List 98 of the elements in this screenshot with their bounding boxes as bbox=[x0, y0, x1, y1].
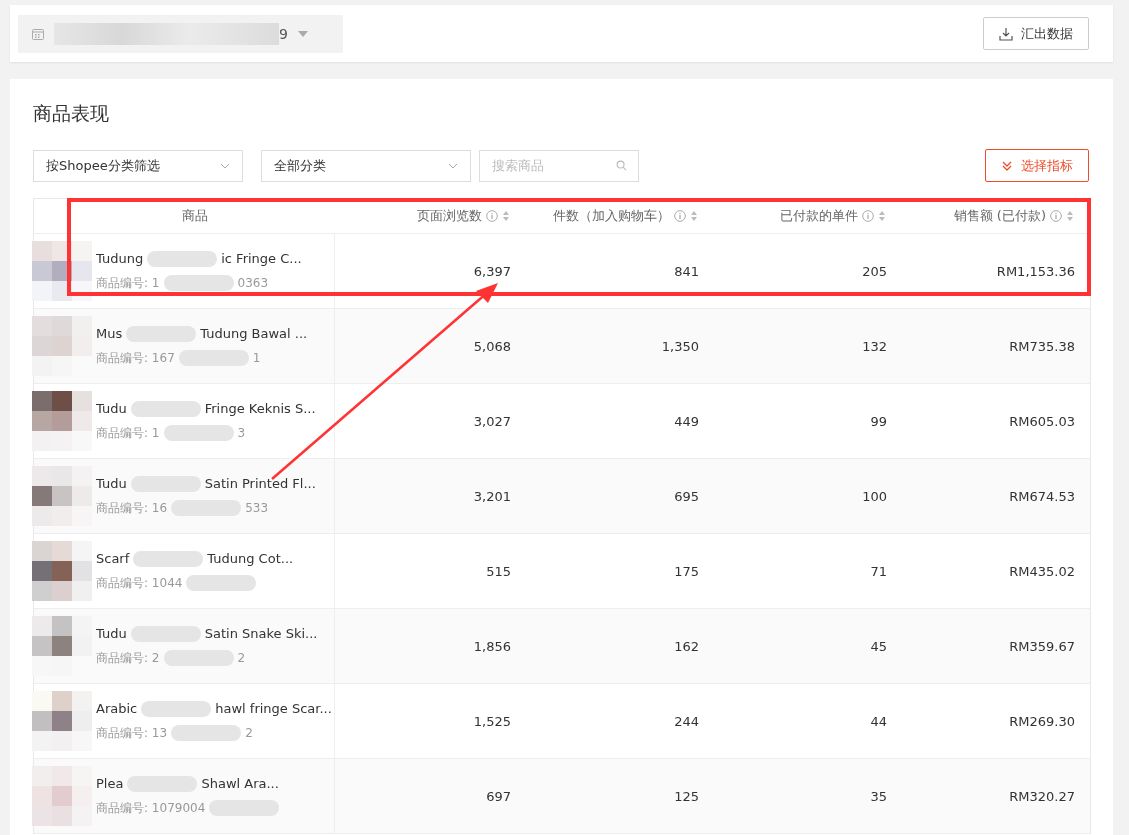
product-name[interactable]: Scarf bbox=[96, 551, 130, 566]
sort-icon[interactable] bbox=[878, 210, 886, 222]
redaction-blur bbox=[130, 400, 201, 417]
category-dropdown[interactable]: 按Shopee分类筛选 bbox=[33, 149, 243, 182]
product-name[interactable]: Shawl Ara... bbox=[201, 776, 279, 791]
date-range-field[interactable]: 9 bbox=[18, 14, 343, 53]
product-id: 3 bbox=[237, 426, 246, 440]
table-cell: 132 bbox=[862, 338, 887, 354]
table-cell: RM435.02 bbox=[1009, 563, 1075, 579]
product-id: 1 bbox=[252, 351, 261, 365]
product-id: 商品编号: 13 bbox=[96, 724, 168, 742]
table-cell: 125 bbox=[674, 788, 699, 804]
calendar-icon bbox=[32, 27, 44, 40]
info-icon bbox=[862, 210, 874, 222]
product-name[interactable]: Tudung Bawal ... bbox=[200, 326, 308, 341]
column-header[interactable]: 销售额 (已付款) bbox=[953, 207, 1046, 225]
table-cell: 1,856 bbox=[473, 638, 511, 654]
section-title: 商品表现 bbox=[33, 101, 110, 126]
table-cell: RM269.30 bbox=[1009, 713, 1075, 729]
table-cell: 515 bbox=[486, 563, 511, 579]
table-cell: 205 bbox=[862, 263, 887, 279]
select-metrics-button[interactable]: 选择指标 bbox=[985, 149, 1089, 182]
product-name[interactable]: Tudung Cot... bbox=[207, 551, 294, 566]
redaction-blur bbox=[171, 725, 242, 741]
product-id: 2 bbox=[237, 651, 246, 665]
redaction-blur bbox=[141, 700, 212, 717]
product-id: 533 bbox=[245, 501, 269, 515]
product-name[interactable]: Tudu bbox=[96, 401, 127, 416]
table-cell: 44 bbox=[870, 713, 887, 729]
info-icon bbox=[674, 210, 686, 222]
product-name[interactable]: Satin Printed Fl... bbox=[204, 476, 316, 491]
info-icon bbox=[486, 210, 498, 222]
product-id: 商品编号: 1079004 bbox=[96, 799, 206, 817]
sort-icon[interactable] bbox=[1066, 210, 1074, 222]
table-cell: 6,397 bbox=[473, 263, 511, 279]
product-id: 商品编号: 1044 bbox=[96, 574, 183, 592]
table-cell: 162 bbox=[674, 638, 699, 654]
product-id: 商品编号: 1 bbox=[96, 424, 160, 442]
table-cell: 695 bbox=[674, 488, 699, 504]
product-id: 商品编号: 16 bbox=[96, 499, 168, 517]
category-dropdown[interactable]: 全部分类 bbox=[261, 149, 471, 182]
table-cell: 1,350 bbox=[661, 338, 699, 354]
table-cell: RM359.67 bbox=[1009, 638, 1075, 654]
table-cell: 35 bbox=[870, 788, 887, 804]
column-header[interactable]: 商品 bbox=[182, 208, 208, 223]
redaction-blur bbox=[133, 550, 204, 567]
product-name[interactable]: Mus bbox=[96, 326, 123, 341]
column-header[interactable]: 页面浏览数 bbox=[417, 207, 482, 225]
table-cell: 71 bbox=[870, 563, 887, 579]
product-name[interactable]: Plea bbox=[96, 776, 124, 791]
product-name[interactable]: Tudung bbox=[96, 251, 144, 266]
column-header[interactable]: 已付款的单件 bbox=[780, 207, 858, 225]
sort-icon[interactable] bbox=[502, 210, 510, 222]
product-id: 商品编号: 2 bbox=[96, 649, 160, 667]
download-icon bbox=[999, 26, 1013, 41]
info-icon bbox=[1050, 210, 1062, 222]
table-cell: RM735.38 bbox=[1009, 338, 1075, 354]
search-field[interactable]: 搜索商品 bbox=[479, 149, 639, 182]
column-header[interactable]: 件数（加入购物车） bbox=[553, 207, 670, 225]
table-cell: 100 bbox=[862, 488, 887, 504]
table-cell: RM1,153.36 bbox=[996, 263, 1075, 279]
table-cell: 175 bbox=[674, 563, 699, 579]
product-name[interactable]: Tudu bbox=[96, 476, 127, 491]
product-name[interactable]: Satin Snake Ski... bbox=[204, 626, 318, 641]
product-id: 商品编号: 1 bbox=[96, 274, 160, 292]
product-name[interactable]: Fringe Keknis S... bbox=[204, 401, 316, 416]
table-cell: 841 bbox=[674, 263, 699, 279]
table-cell: 99 bbox=[870, 413, 887, 429]
table-cell: 5,068 bbox=[473, 338, 511, 354]
table-cell: 3,201 bbox=[473, 488, 511, 504]
product-name[interactable]: hawl fringe Scar... bbox=[215, 701, 332, 716]
product-id: 商品编号: 167 bbox=[96, 349, 175, 367]
table-cell: 244 bbox=[674, 713, 699, 729]
product-name[interactable]: Arabic bbox=[96, 701, 138, 716]
caret-icon bbox=[297, 30, 308, 37]
date-text: 9 bbox=[279, 25, 288, 42]
chevron-down-icon bbox=[448, 162, 458, 169]
table-cell: 45 bbox=[870, 638, 887, 654]
product-name[interactable]: ic Fringe C... bbox=[221, 251, 302, 266]
double-chevron-down-icon bbox=[1001, 159, 1013, 172]
table-cell: RM674.53 bbox=[1009, 488, 1075, 504]
redaction-blur bbox=[163, 425, 234, 441]
product-id: 2 bbox=[245, 726, 253, 740]
product-name[interactable]: Tudu bbox=[96, 626, 127, 641]
table-cell: 449 bbox=[674, 413, 699, 429]
table-cell: RM320.27 bbox=[1009, 788, 1075, 804]
table-cell: 3,027 bbox=[473, 413, 511, 429]
chevron-down-icon bbox=[220, 162, 230, 169]
sort-icon[interactable] bbox=[690, 210, 698, 222]
export-button[interactable]: 汇出数据 bbox=[983, 17, 1089, 50]
table-cell: RM605.03 bbox=[1009, 413, 1075, 429]
product-id: 0363 bbox=[237, 276, 269, 290]
table-cell: 697 bbox=[486, 788, 511, 804]
redaction-blur bbox=[147, 250, 218, 267]
table-cell: 1,525 bbox=[473, 713, 511, 729]
redaction-blur bbox=[163, 275, 234, 291]
redaction-blur bbox=[186, 575, 257, 591]
search-icon bbox=[616, 159, 627, 171]
